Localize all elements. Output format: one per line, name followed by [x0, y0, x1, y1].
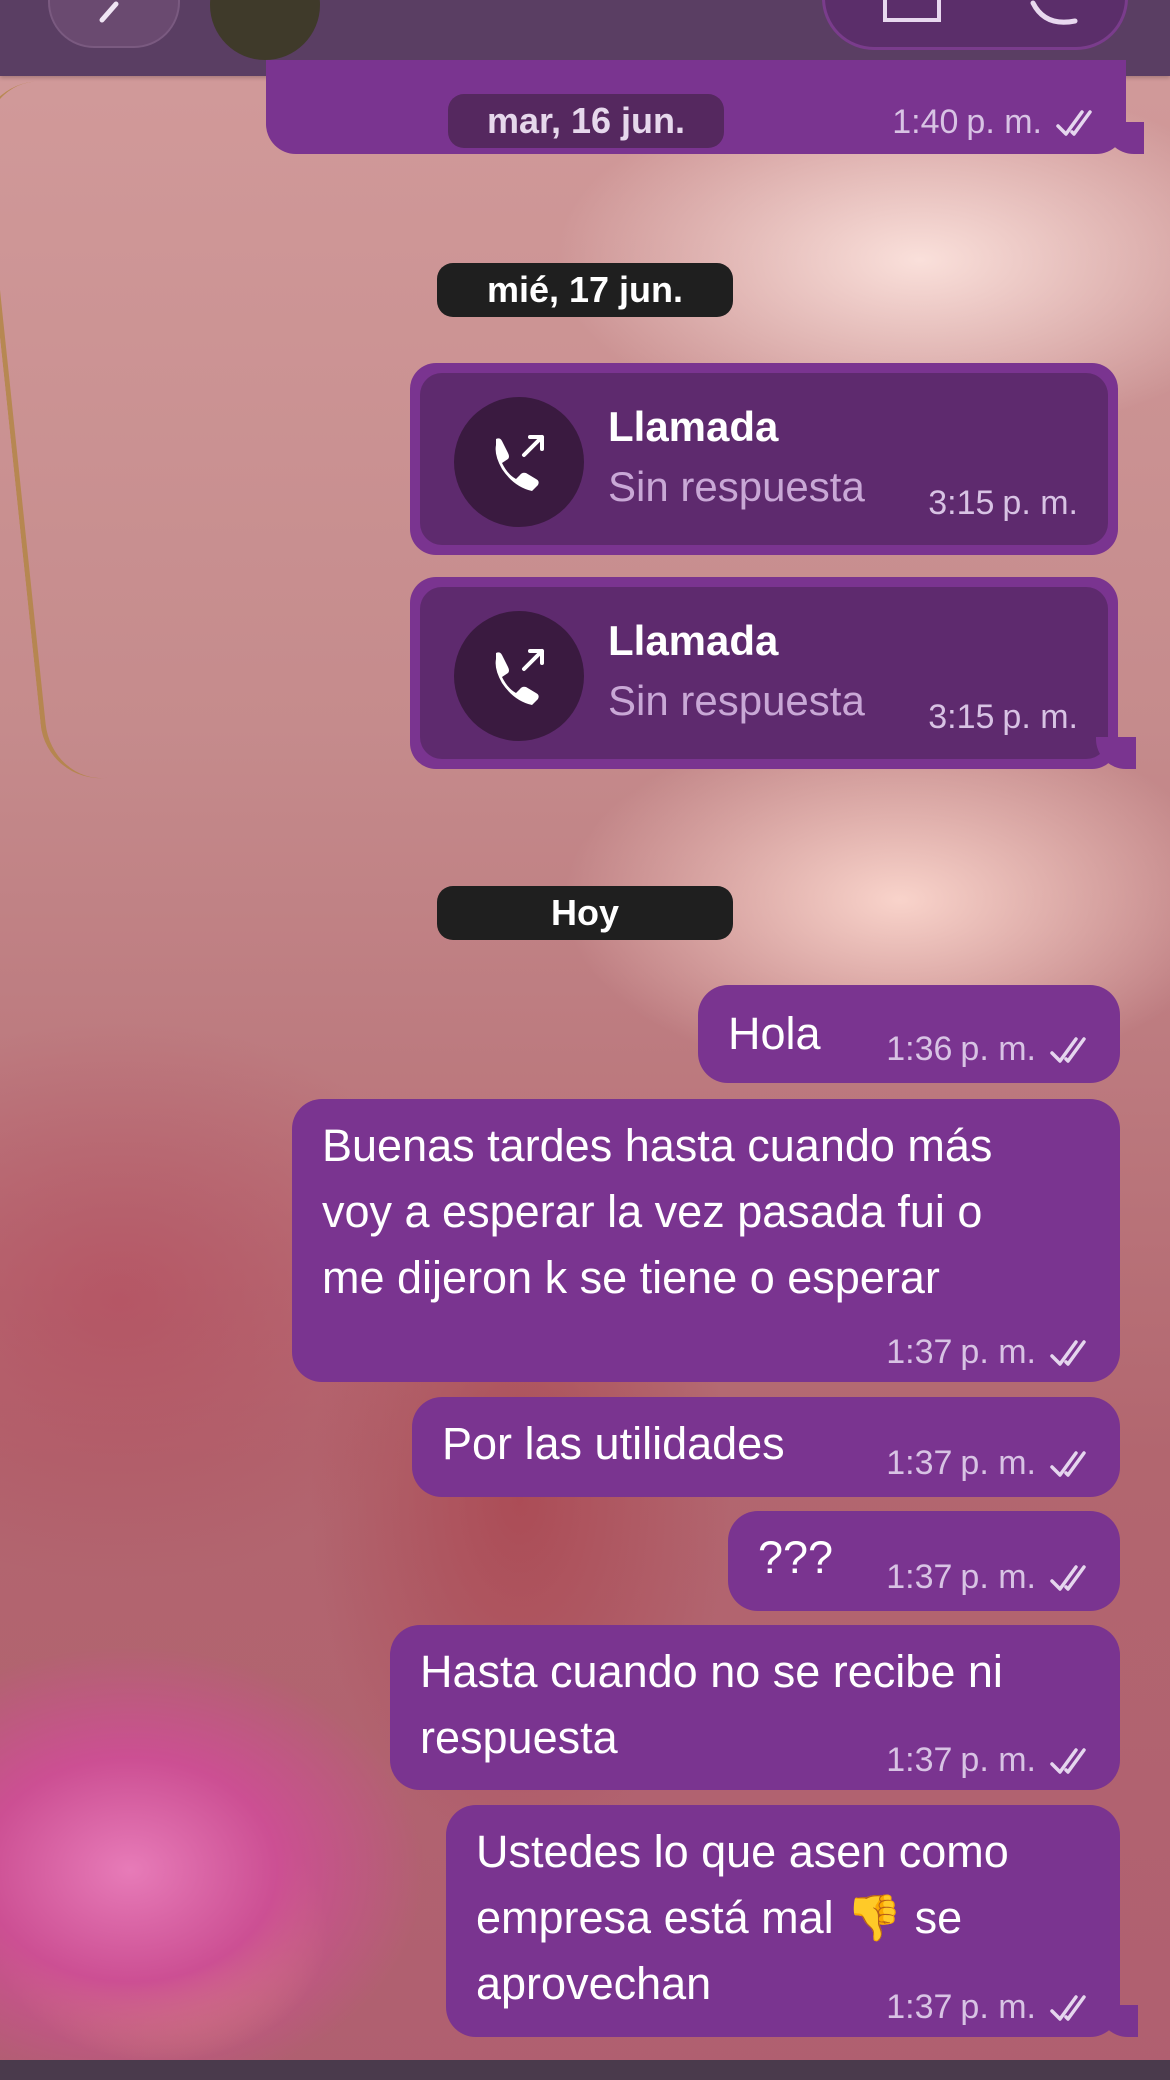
message-text: Hola — [728, 1001, 821, 1067]
message-meta: 1:37 p. m. — [886, 1444, 1094, 1483]
call-card-inner: Llamada Sin respuesta 3:15 p. m. — [420, 373, 1108, 545]
call-status: Sin respuesta — [608, 463, 865, 510]
message-line: Ustedes lo que asen como — [476, 1826, 1009, 1877]
read-ticks-icon — [1050, 1747, 1086, 1774]
message-bubble[interactable]: ??? 1:37 p. m. — [728, 1511, 1120, 1611]
message-ampm: p. m. — [960, 1444, 1036, 1482]
call-time: 3:15 — [928, 484, 995, 522]
read-ticks-icon — [1050, 1994, 1086, 2021]
call-card[interactable]: Llamada Sin respuesta 3:15 p. m. — [410, 577, 1136, 769]
read-ticks-icon — [1056, 109, 1092, 136]
message-time: 1:36 — [886, 1030, 953, 1068]
input-bar-edge — [0, 2060, 1170, 2080]
message-line: Buenas tardes hasta cuando más — [322, 1120, 993, 1171]
bubble-tail — [1098, 2005, 1138, 2037]
message-ampm: p. m. — [960, 1333, 1036, 1371]
bubble-tail — [1104, 122, 1144, 154]
read-ticks-icon — [1050, 1339, 1086, 1366]
bubble-tail — [1096, 737, 1136, 769]
call-card[interactable]: Llamada Sin respuesta 3:15 p. m. — [410, 363, 1118, 555]
call-meta: 3:15 p. m. — [928, 484, 1078, 523]
message-time: 1:37 — [886, 1558, 953, 1596]
message-meta: 1:37 p. m. — [886, 1988, 1094, 2027]
message-line: Hola — [728, 1008, 821, 1059]
message-text: ??? — [758, 1525, 833, 1591]
message-bubble[interactable]: Ustedes lo que asen como empresa está ma… — [446, 1805, 1138, 2037]
chevron-left-icon — [99, 1, 119, 23]
message-bubble[interactable]: mar, 16 jun. 1:40 p. m. — [266, 60, 1144, 154]
message-meta: 1:36 p. m. — [886, 1030, 1094, 1069]
call-icon-circle — [454, 397, 584, 527]
call-title: Llamada — [608, 403, 779, 450]
message-time: 1:37 — [886, 1741, 953, 1779]
call-ampm: p. m. — [1002, 698, 1078, 736]
date-divider-today: Hoy — [437, 886, 733, 940]
call-time: 3:15 — [928, 698, 995, 736]
message-meta: 1:37 p. m. — [886, 1558, 1094, 1597]
message-ampm: p. m. — [960, 1030, 1036, 1068]
outgoing-call-icon — [495, 649, 544, 705]
phone-icon[interactable] — [1025, 0, 1085, 33]
message-bubble[interactable]: Hola 1:36 p. m. — [698, 985, 1120, 1083]
call-status: Sin respuesta — [608, 677, 865, 724]
call-icon-circle — [454, 611, 584, 741]
message-text: Buenas tardes hasta cuando más voy a esp… — [322, 1113, 992, 1311]
message-ampm: p. m. — [960, 1741, 1036, 1779]
call-title: Llamada — [608, 617, 779, 664]
message-time: 1:37 — [886, 1333, 953, 1371]
message-line: me dijeron k se tiene o esperar — [322, 1252, 940, 1303]
message-time: 1:40 — [892, 103, 959, 141]
message-line: Hasta cuando no se recibe ni — [420, 1646, 1003, 1697]
call-ampm: p. m. — [1002, 484, 1078, 522]
message-line: empresa está mal 👎 se — [476, 1892, 963, 1943]
date-divider-jun16: mar, 16 jun. — [448, 94, 724, 148]
message-meta: 1:40 p. m. — [892, 103, 1100, 142]
date-divider-jun17: mié, 17 jun. — [437, 263, 733, 317]
call-card-inner: Llamada Sin respuesta 3:15 p. m. — [420, 587, 1108, 759]
read-ticks-icon — [1050, 1450, 1086, 1477]
message-bubble[interactable]: Por las utilidades 1:37 p. m. — [412, 1397, 1120, 1497]
message-ampm: p. m. — [960, 1988, 1036, 2026]
message-time: 1:37 — [886, 1988, 953, 2026]
call-actions — [822, 0, 1128, 50]
message-ampm: p. m. — [966, 103, 1042, 141]
call-meta: 3:15 p. m. — [928, 698, 1078, 737]
video-icon[interactable] — [883, 0, 941, 22]
read-ticks-icon — [1050, 1564, 1086, 1591]
read-ticks-icon — [1050, 1036, 1086, 1063]
back-button[interactable] — [48, 0, 180, 48]
message-line: voy a esperar la vez pasada fui o — [322, 1186, 983, 1237]
outgoing-call-icon — [495, 435, 544, 491]
message-meta: 1:37 p. m. — [886, 1333, 1094, 1372]
message-ampm: p. m. — [960, 1558, 1036, 1596]
message-time: 1:37 — [886, 1444, 953, 1482]
message-bubble[interactable]: Buenas tardes hasta cuando más voy a esp… — [292, 1099, 1120, 1382]
message-meta: 1:37 p. m. — [886, 1741, 1094, 1780]
message-text: Por las utilidades — [442, 1411, 785, 1477]
message-bubble[interactable]: Hasta cuando no se recibe ni respuesta 1… — [390, 1625, 1120, 1790]
message-line: Por las utilidades — [442, 1418, 785, 1469]
contact-avatar[interactable] — [210, 0, 320, 60]
message-line: ??? — [758, 1532, 834, 1583]
